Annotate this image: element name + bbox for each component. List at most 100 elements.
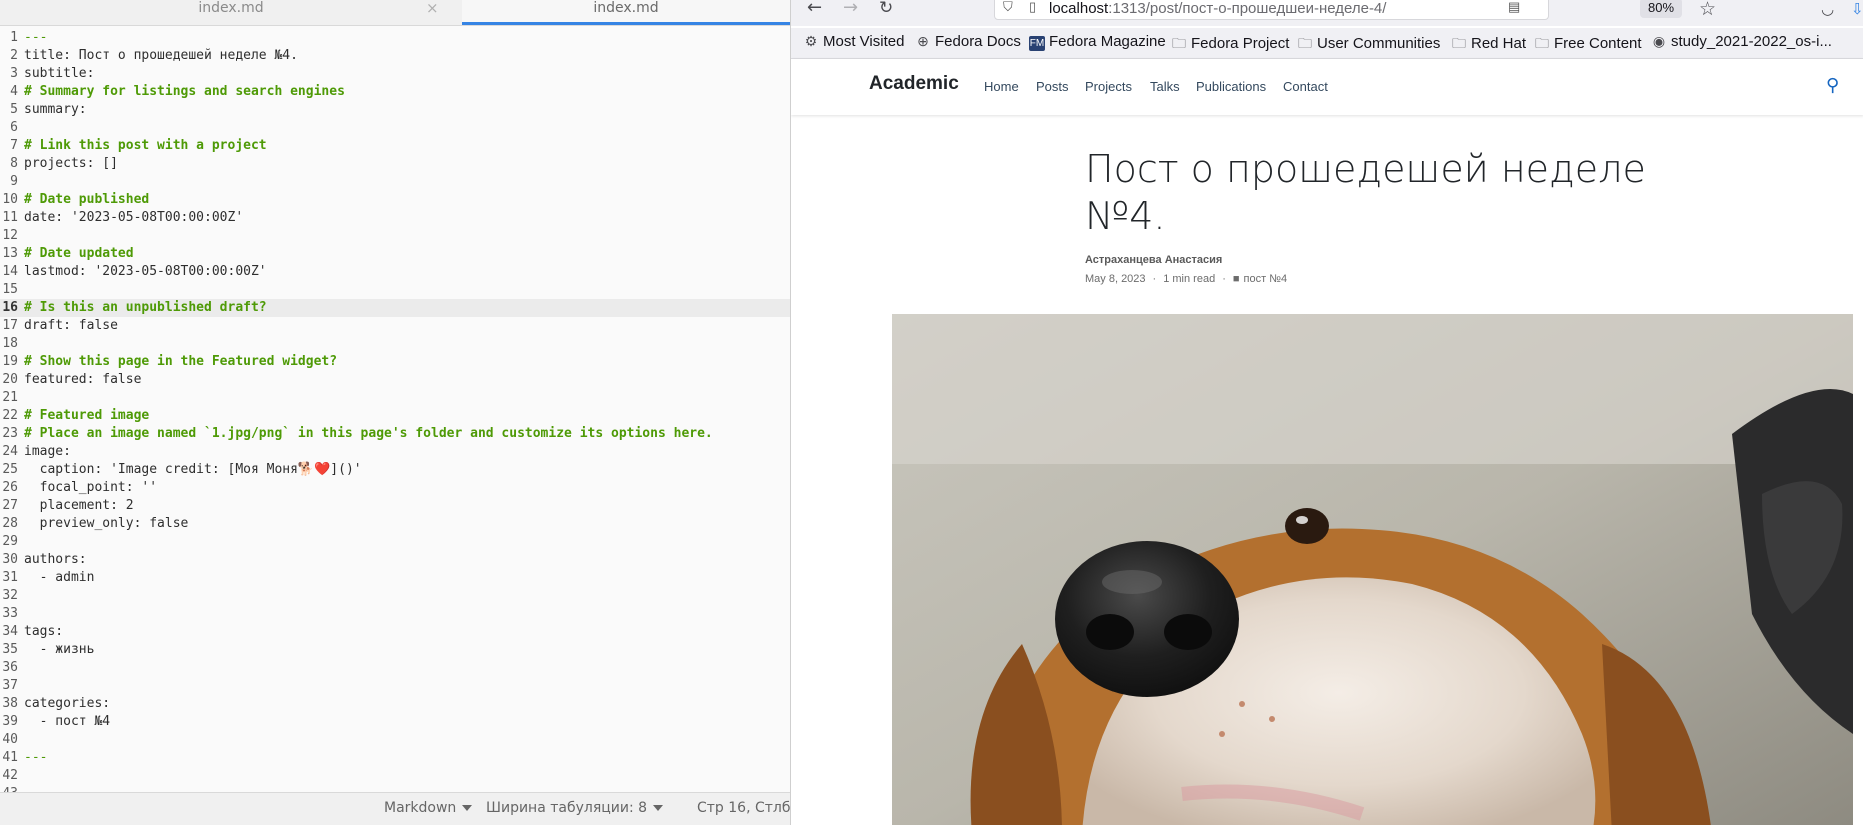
bookmark-folder-fedora-project[interactable]: 🗀 Fedora Project — [1171, 33, 1289, 57]
bookmark-github-study[interactable]: ◉ study_2021-2022_os-i... — [1651, 33, 1832, 50]
page-icon[interactable]: ▯ — [1029, 0, 1036, 15]
code-line[interactable]: 22 # Featured image — [0, 407, 790, 425]
code-line[interactable]: 9 — [0, 173, 790, 191]
code-line[interactable]: 29 — [0, 533, 790, 551]
pocket-icon[interactable]: ◡ — [1821, 0, 1834, 18]
bookmark-fedora-docs[interactable]: ⊕ Fedora Docs — [915, 33, 1021, 50]
url-bar[interactable]: ⛉ ▯ localhost:1313/post/пост-о-прошедшеи… — [994, 0, 1549, 20]
tab-width-selector[interactable]: Ширина табуляции: 8 — [486, 800, 664, 816]
code-line[interactable]: 2 title: Пост о прошедешей неделе №4. — [0, 47, 790, 65]
code-line[interactable]: 18 — [0, 335, 790, 353]
reader-view-icon[interactable]: ▤ — [1508, 0, 1520, 15]
code-line[interactable]: 7 # Link this post with a project — [0, 137, 790, 155]
code-line[interactable]: 4 # Summary for listings and search engin… — [0, 83, 790, 101]
url-host: localhost — [1049, 0, 1109, 17]
bookmark-folder-user-communities[interactable]: 🗀 User Communities — [1297, 33, 1440, 57]
bookmark-star-icon[interactable]: ☆ — [1699, 0, 1716, 20]
nav-link-talks[interactable]: Talks — [1150, 79, 1180, 94]
line-number: 36 — [2, 660, 18, 675]
code-line[interactable]: 8 projects: [] — [0, 155, 790, 173]
back-arrow-icon[interactable]: ← — [807, 0, 822, 17]
code-line[interactable]: 3 subtitle: — [0, 65, 790, 83]
bookmark-folder-free-content[interactable]: 🗀 Free Content — [1534, 33, 1642, 57]
download-icon[interactable]: ⇩ — [1851, 0, 1863, 18]
code-line[interactable]: 36 — [0, 659, 790, 677]
site-logo[interactable]: Academic — [869, 73, 959, 95]
folder-icon: 🗀 — [1535, 35, 1549, 51]
code-line[interactable]: 15 — [0, 281, 790, 299]
bookmark-fedora-magazine[interactable]: FM Fedora Magazine — [1029, 33, 1166, 51]
shield-icon[interactable]: ⛉ — [1003, 0, 1013, 15]
code-line[interactable]: 16 # Is this an unpublished draft? — [0, 299, 790, 317]
code-line-text: draft: false — [24, 318, 118, 333]
bookmark-most-visited[interactable]: ⚙ Most Visited — [803, 33, 905, 50]
code-line[interactable]: 13 # Date updated — [0, 245, 790, 263]
tab-index-md-active[interactable]: index.md — [462, 0, 790, 25]
line-number: 10 — [2, 192, 18, 207]
code-line[interactable]: 6 — [0, 119, 790, 137]
code-line[interactable]: 33 — [0, 605, 790, 623]
url-text[interactable]: localhost:1313/post/пост-о-прошедшеи-нед… — [1049, 0, 1386, 17]
code-line[interactable]: 11 date: '2023-05-08T00:00:00Z' — [0, 209, 790, 227]
nav-link-posts[interactable]: Posts — [1036, 79, 1069, 94]
search-icon[interactable]: ⚲ — [1826, 75, 1839, 96]
code-line[interactable]: 17 draft: false — [0, 317, 790, 335]
reload-icon[interactable]: ↻ — [879, 0, 893, 17]
tab-index-md-inactive[interactable]: index.md × — [0, 0, 462, 25]
code-line-text: focal_point: '' — [24, 480, 158, 495]
github-icon: ◉ — [1652, 33, 1666, 49]
code-line[interactable]: 21 — [0, 389, 790, 407]
bookmark-folder-red-hat[interactable]: 🗀 Red Hat — [1451, 33, 1526, 57]
bookmark-label: Fedora Docs — [935, 33, 1021, 50]
line-number: 38 — [2, 696, 18, 711]
code-line[interactable]: 38 categories: — [0, 695, 790, 713]
article-author[interactable]: Астраханцева Анастасия — [1085, 254, 1222, 266]
nav-link-projects[interactable]: Projects — [1085, 79, 1132, 94]
code-line[interactable]: 12 — [0, 227, 790, 245]
code-line[interactable]: 32 — [0, 587, 790, 605]
code-line-text: # Link this post with a project — [24, 138, 267, 153]
code-line[interactable]: 35 - жизнь — [0, 641, 790, 659]
line-number: 5 — [10, 102, 18, 117]
code-line[interactable]: 10 # Date published — [0, 191, 790, 209]
zoom-level-badge[interactable]: 80% — [1640, 0, 1683, 18]
code-line[interactable]: 19 # Show this page in the Featured widge… — [0, 353, 790, 371]
code-line-text: date: '2023-05-08T00:00:00Z' — [24, 210, 244, 225]
code-line[interactable]: 41 --- — [0, 749, 790, 767]
code-line[interactable]: 5 summary: — [0, 101, 790, 119]
code-line[interactable]: 34 tags: — [0, 623, 790, 641]
code-line[interactable]: 1 --- — [0, 29, 790, 47]
code-line[interactable]: 23 # Place an image named `1.jpg/png` in … — [0, 425, 790, 443]
forward-arrow-icon[interactable]: → — [843, 0, 858, 17]
code-line[interactable]: 39 - пост №4 — [0, 713, 790, 731]
nav-link-contact[interactable]: Contact — [1283, 79, 1328, 94]
nav-link-publications[interactable]: Publications — [1196, 79, 1266, 94]
line-number: 37 — [2, 678, 18, 693]
line-number: 6 — [10, 120, 18, 135]
nav-link-home[interactable]: Home — [984, 79, 1019, 94]
code-line[interactable]: 26 focal_point: '' — [0, 479, 790, 497]
language-selector[interactable]: Markdown — [384, 800, 473, 816]
code-line[interactable]: 25 caption: 'Image credit: [Моя Моня🐕❤️]… — [0, 461, 790, 479]
code-line[interactable]: 28 preview_only: false — [0, 515, 790, 533]
close-icon[interactable]: × — [426, 0, 439, 16]
line-number: 34 — [2, 624, 18, 639]
separator-dot: · — [1152, 273, 1157, 285]
code-area[interactable]: 1 --- 2 title: Пост о прошедешей неделе №4.… — [0, 29, 790, 803]
code-line[interactable]: 14 lastmod: '2023-05-08T00:00:00Z' — [0, 263, 790, 281]
code-line[interactable]: 20 featured: false — [0, 371, 790, 389]
line-number: 13 — [2, 246, 18, 261]
code-line[interactable]: 30 authors: — [0, 551, 790, 569]
bookmarks-toolbar: ⚙ Most Visited ⊕ Fedora Docs FM Fedora Maga… — [791, 28, 1863, 59]
code-line[interactable]: 42 — [0, 767, 790, 785]
code-line[interactable]: 24 image: — [0, 443, 790, 461]
code-line-text: lastmod: '2023-05-08T00:00:00Z' — [24, 264, 267, 279]
code-line[interactable]: 27 placement: 2 — [0, 497, 790, 515]
article-category[interactable]: пост №4 — [1244, 273, 1288, 285]
cursor-position[interactable]: Стр 16, Стлб 3 — [697, 800, 790, 816]
code-line-text: image: — [24, 444, 71, 459]
code-line[interactable]: 31 - admin — [0, 569, 790, 587]
code-line[interactable]: 40 — [0, 731, 790, 749]
code-line-text: projects: [] — [24, 156, 118, 171]
code-line[interactable]: 37 — [0, 677, 790, 695]
